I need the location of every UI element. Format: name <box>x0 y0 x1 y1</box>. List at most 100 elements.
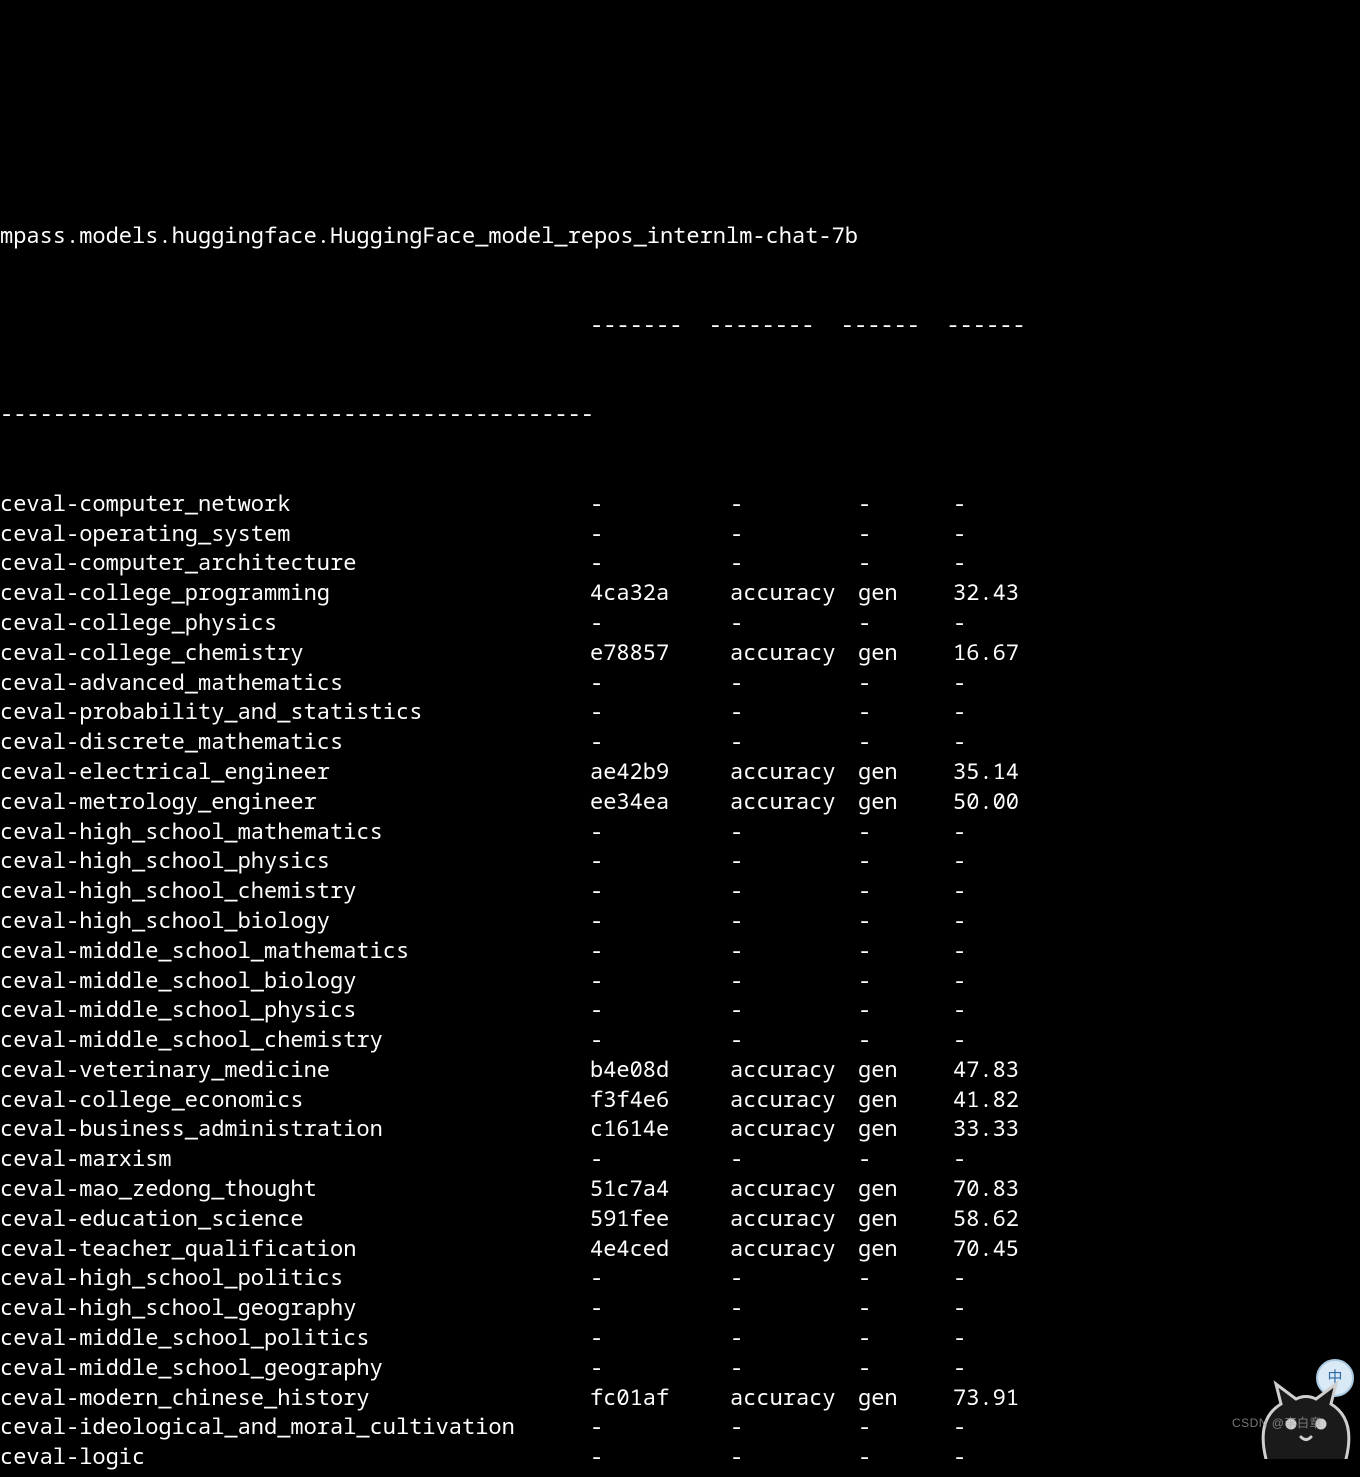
table-row: ceval-high_school_chemistry---- <box>0 876 1360 906</box>
table-row: ceval-advanced_mathematics---- <box>0 668 1360 698</box>
cell-metric: - <box>730 1353 858 1383</box>
cell-version: a110a1 <box>590 1472 730 1477</box>
terminal-output[interactable]: mpass.models.huggingface.HuggingFace_mod… <box>0 149 1360 1477</box>
table-row: ceval-middle_school_biology---- <box>0 966 1360 996</box>
cell-version: - <box>590 548 730 578</box>
cell-mode: - <box>858 995 953 1025</box>
cell-mode: - <box>858 817 953 847</box>
cell-metric: - <box>730 519 858 549</box>
table-row: ceval-mao_zedong_thought51c7a4accuracyge… <box>0 1174 1360 1204</box>
cell-dataset: ceval-high_school_biology <box>0 906 590 936</box>
cell-score: - <box>953 608 1033 638</box>
cell-mode: gen <box>858 1114 953 1144</box>
cell-mode: - <box>858 1025 953 1055</box>
cell-score: - <box>953 519 1033 549</box>
cell-mode: - <box>858 1263 953 1293</box>
cell-version: - <box>590 1293 730 1323</box>
table-row: ceval-business_administrationc1614eaccur… <box>0 1114 1360 1144</box>
cell-metric: - <box>730 876 858 906</box>
cell-version: - <box>590 727 730 757</box>
cell-dataset: ceval-veterinary_medicine <box>0 1055 590 1085</box>
cell-dataset: ceval-education_science <box>0 1204 590 1234</box>
cell-score: - <box>953 876 1033 906</box>
cell-dataset: ceval-computer_network <box>0 489 590 519</box>
table-row: ceval-metrology_engineeree34eaaccuracyge… <box>0 787 1360 817</box>
cell-metric: accuracy <box>730 1114 858 1144</box>
cell-metric: accuracy <box>730 1234 858 1264</box>
cell-dataset: ceval-electrical_engineer <box>0 757 590 787</box>
cell-dataset: ceval-high_school_politics <box>0 1263 590 1293</box>
watermark-text: CSDN @李白章 <box>1232 1409 1322 1439</box>
ime-badge-icon[interactable]: 中 <box>1316 1359 1354 1397</box>
cell-version: - <box>590 519 730 549</box>
cell-score: - <box>953 936 1033 966</box>
cell-mode: - <box>858 966 953 996</box>
cell-version: - <box>590 1025 730 1055</box>
table-row: ceval-computer_architecture---- <box>0 548 1360 578</box>
table-row: ceval-high_school_mathematics---- <box>0 817 1360 847</box>
cell-dataset: ceval-business_administration <box>0 1114 590 1144</box>
table-row: ceval-college_chemistrye78857accuracygen… <box>0 638 1360 668</box>
cell-version: - <box>590 995 730 1025</box>
model-path: mpass.models.huggingface.HuggingFace_mod… <box>0 221 858 251</box>
cell-score: - <box>953 1263 1033 1293</box>
cell-score: 58.62 <box>953 1204 1033 1234</box>
cell-score: - <box>953 1353 1033 1383</box>
cell-mode: gen <box>858 1085 953 1115</box>
table-row: ceval-ideological_and_moral_cultivation-… <box>0 1412 1360 1442</box>
cell-mode: gen <box>858 1204 953 1234</box>
cell-metric: accuracy <box>730 787 858 817</box>
cell-version: 4ca32a <box>590 578 730 608</box>
cell-score: - <box>953 1412 1033 1442</box>
cell-score: - <box>953 548 1033 578</box>
cell-version: - <box>590 846 730 876</box>
cell-version: - <box>590 936 730 966</box>
cell-version: b4e08d <box>590 1055 730 1085</box>
cell-score: - <box>953 697 1033 727</box>
table-row: ceval-middle_school_politics---- <box>0 1323 1360 1353</box>
cell-mode: - <box>858 1323 953 1353</box>
cell-score: 47.83 <box>953 1055 1033 1085</box>
cell-metric: accuracy <box>730 1204 858 1234</box>
cell-version: 51c7a4 <box>590 1174 730 1204</box>
cell-dataset: ceval-metrology_engineer <box>0 787 590 817</box>
cell-metric: - <box>730 1263 858 1293</box>
cell-mode: - <box>858 489 953 519</box>
cell-metric: accuracy <box>730 1472 858 1477</box>
table-row: ceval-marxism---- <box>0 1144 1360 1174</box>
cell-dataset: ceval-middle_school_politics <box>0 1323 590 1353</box>
cell-version: - <box>590 817 730 847</box>
cell-mode: gen <box>858 638 953 668</box>
table-row: ceval-computer_network---- <box>0 489 1360 519</box>
cell-version: f3f4e6 <box>590 1085 730 1115</box>
table-row: ceval-college_physics---- <box>0 608 1360 638</box>
cell-score: 16.67 <box>953 638 1033 668</box>
cell-dataset: ceval-advanced_mathematics <box>0 668 590 698</box>
cell-version: - <box>590 668 730 698</box>
model-header-row: mpass.models.huggingface.HuggingFace_mod… <box>0 221 1360 251</box>
table-row: ceval-electrical_engineerae42b9accuracyg… <box>0 757 1360 787</box>
cell-metric: accuracy <box>730 638 858 668</box>
cell-metric: accuracy <box>730 1174 858 1204</box>
cell-version: - <box>590 1263 730 1293</box>
cell-mode: - <box>858 1293 953 1323</box>
cell-version: - <box>590 1323 730 1353</box>
cell-metric: - <box>730 995 858 1025</box>
table-row: ceval-college_programming4ca32aaccuracyg… <box>0 578 1360 608</box>
cell-score: 73.91 <box>953 1383 1033 1413</box>
cell-metric: - <box>730 936 858 966</box>
cell-metric: - <box>730 1412 858 1442</box>
table-row: ceval-high_school_politics---- <box>0 1263 1360 1293</box>
cell-score: - <box>953 846 1033 876</box>
cell-mode: - <box>858 846 953 876</box>
cell-metric: - <box>730 668 858 698</box>
cell-score: - <box>953 1144 1033 1174</box>
cell-mode: - <box>858 1412 953 1442</box>
cell-mode: gen <box>858 757 953 787</box>
cell-mode: - <box>858 519 953 549</box>
cell-dataset: ceval-college_economics <box>0 1085 590 1115</box>
cell-metric: - <box>730 846 858 876</box>
cell-metric: - <box>730 548 858 578</box>
cell-mode: - <box>858 936 953 966</box>
cell-version: 591fee <box>590 1204 730 1234</box>
